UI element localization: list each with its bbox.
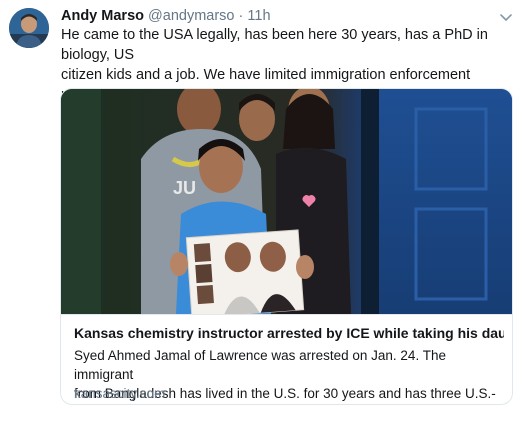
card-image[interactable]: JU [61, 89, 512, 319]
timestamp[interactable]: 11h [247, 8, 270, 24]
avatar-image [9, 8, 49, 48]
card-title[interactable]: Kansas chemistry instructor arrested by … [74, 324, 504, 343]
tweet-header: Andy Marso @andymarso · 11h [61, 6, 493, 26]
card-body[interactable]: Kansas chemistry instructor arrested by … [61, 314, 512, 404]
chevron-down-icon[interactable] [499, 10, 513, 21]
link-card[interactable]: JU Kansas chemistry instructor arrested … [60, 88, 513, 405]
author-name[interactable]: Andy Marso [61, 8, 144, 24]
author-handle[interactable]: @andymarso [148, 8, 234, 24]
avatar[interactable] [9, 8, 49, 48]
shirt-lettering: JU [173, 178, 196, 198]
header-separator: · [238, 8, 244, 24]
card-domain[interactable]: kansascity.com [74, 385, 165, 403]
